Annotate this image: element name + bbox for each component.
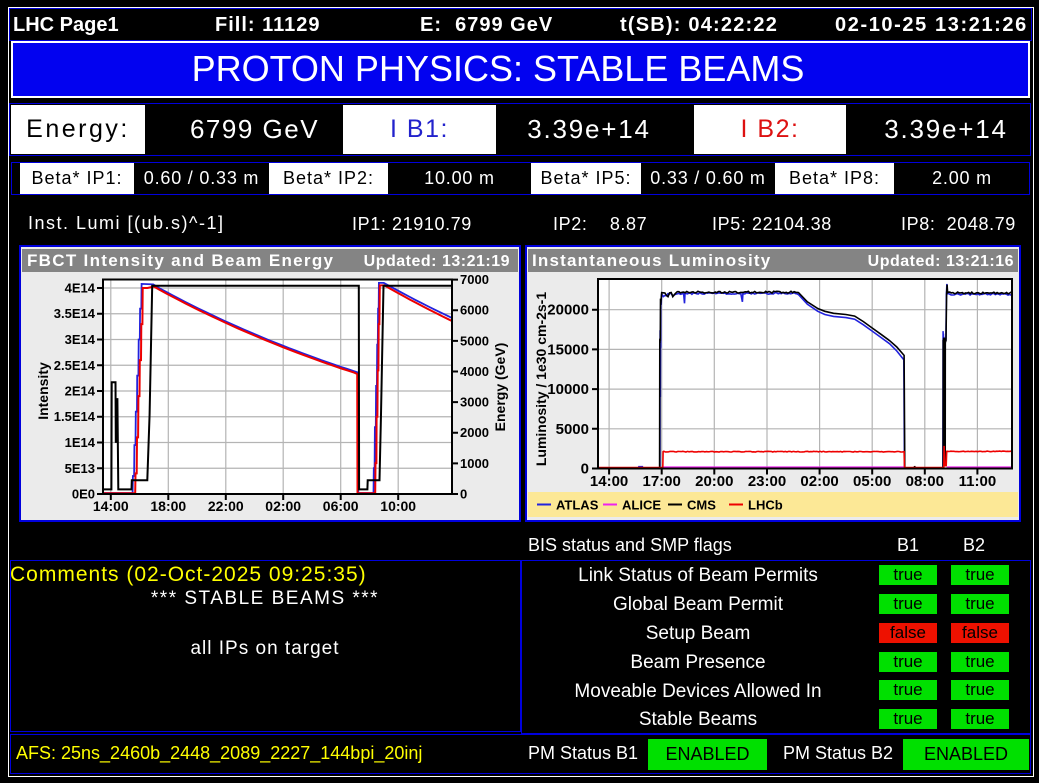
svg-text:5000: 5000 — [460, 333, 489, 348]
svg-text:0: 0 — [460, 487, 467, 502]
svg-text:20:00: 20:00 — [695, 473, 733, 490]
svg-text:10:00: 10:00 — [380, 498, 416, 514]
svg-text:05:00: 05:00 — [853, 473, 891, 490]
svg-text:11:00: 11:00 — [959, 473, 997, 490]
svg-text:14:00: 14:00 — [590, 473, 628, 490]
svg-text:2000: 2000 — [460, 425, 489, 440]
svg-text:5E13: 5E13 — [65, 461, 95, 476]
svg-text:06:00: 06:00 — [323, 498, 359, 514]
svg-text:08:00: 08:00 — [906, 473, 944, 490]
svg-text:Updated: 13:21:16: Updated: 13:21:16 — [868, 253, 1014, 270]
svg-text:0: 0 — [581, 461, 589, 478]
svg-text:02:00: 02:00 — [265, 498, 301, 514]
svg-text:3E14: 3E14 — [65, 332, 96, 347]
svg-text:15000: 15000 — [547, 341, 589, 358]
svg-text:3000: 3000 — [460, 395, 489, 410]
svg-text:1000: 1000 — [460, 456, 489, 471]
svg-text:2.5E14: 2.5E14 — [54, 358, 96, 373]
svg-text:CMS: CMS — [687, 498, 716, 513]
svg-text:14:00: 14:00 — [93, 498, 129, 514]
svg-text:6000: 6000 — [460, 303, 489, 318]
svg-text:ALICE: ALICE — [622, 498, 661, 513]
svg-text:Instantaneous Luminosity: Instantaneous Luminosity — [532, 251, 771, 270]
svg-text:2E14: 2E14 — [65, 384, 96, 399]
svg-text:Intensity: Intensity — [35, 362, 51, 420]
svg-text:ATLAS: ATLAS — [556, 498, 599, 513]
svg-text:23:00: 23:00 — [748, 473, 786, 490]
svg-text:10000: 10000 — [547, 381, 589, 398]
svg-text:1E14: 1E14 — [65, 435, 96, 450]
svg-text:4E14: 4E14 — [65, 281, 96, 296]
svg-text:Energy (GeV): Energy (GeV) — [492, 343, 508, 432]
svg-text:Luminosity / 1e30 cm-2s-1: Luminosity / 1e30 cm-2s-1 — [533, 292, 549, 467]
svg-text:0E0: 0E0 — [72, 487, 95, 502]
svg-text:1.5E14: 1.5E14 — [54, 409, 96, 424]
svg-text:20000: 20000 — [547, 302, 589, 319]
svg-text:17:00: 17:00 — [643, 473, 681, 490]
svg-text:FBCT Intensity and Beam Energy: FBCT Intensity and Beam Energy — [27, 251, 334, 270]
svg-text:18:00: 18:00 — [150, 498, 186, 514]
svg-text:3.5E14: 3.5E14 — [54, 306, 96, 321]
svg-text:Updated: 13:21:19: Updated: 13:21:19 — [364, 253, 510, 270]
svg-text:02:00: 02:00 — [800, 473, 838, 490]
svg-text:7000: 7000 — [460, 272, 489, 287]
svg-text:22:00: 22:00 — [208, 498, 244, 514]
svg-text:4000: 4000 — [460, 364, 489, 379]
svg-text:5000: 5000 — [556, 421, 589, 438]
svg-text:LHCb: LHCb — [748, 498, 783, 513]
